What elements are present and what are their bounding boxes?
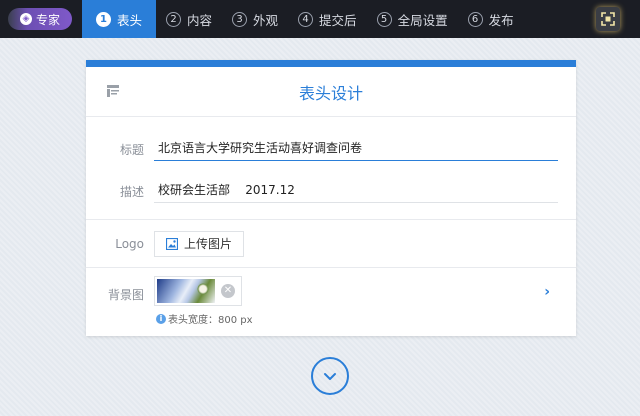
title-input[interactable]: 北京语言大学研究生活动喜好调查问卷 [154, 137, 558, 161]
tab-appearance[interactable]: 3 外观 [222, 0, 288, 38]
background-image-row: 背景图 ✕ i 表头宽度：800 px › [86, 268, 576, 334]
tab-content[interactable]: 2 内容 [156, 0, 222, 38]
tab-publish[interactable]: 6 发布 [458, 0, 524, 38]
tab-after-submit[interactable]: 4 提交后 [288, 0, 367, 38]
fullscreen-button[interactable] [596, 7, 620, 31]
tab-label: 内容 [187, 12, 213, 28]
step-number: 1 [96, 11, 111, 27]
header-design-card: 表头设计 标题 北京语言大学研究生活动喜好调查问卷 描述 校研会生活部 2017… [86, 60, 576, 336]
image-icon [165, 237, 178, 250]
expert-icon: ◈ [19, 13, 32, 25]
layout-icon[interactable] [106, 84, 120, 98]
step-number: 2 [166, 11, 182, 27]
tab-global-settings[interactable]: 5 全局设置 [367, 0, 458, 38]
tab-label: 提交后 [319, 12, 357, 28]
step-tabs: 1 表头 2 内容 3 外观 4 提交后 5 全局设置 6 发布 [82, 0, 524, 38]
description-input[interactable]: 校研会生活部 2017.12 [154, 179, 558, 203]
title-label: 标题 [119, 142, 144, 157]
step-number: 5 [376, 11, 392, 27]
chevron-right-icon[interactable]: › [544, 284, 550, 300]
step-number: 4 [298, 11, 314, 27]
step-number: 3 [232, 11, 248, 27]
upload-image-button[interactable]: 上传图片 [154, 230, 244, 257]
scroll-down-button[interactable] [311, 357, 349, 395]
title-desc-section: 标题 北京语言大学研究生活动喜好调查问卷 描述 校研会生活部 2017.12 [86, 117, 576, 220]
logo-label: Logo [115, 236, 144, 251]
hint-text: 表头宽度：800 px [168, 315, 253, 326]
background-thumbnail-box: ✕ [154, 276, 242, 306]
tab-label: 外观 [253, 12, 279, 28]
chevron-down-icon [324, 373, 336, 380]
card-header: 表头设计 [86, 67, 576, 117]
tab-label: 全局设置 [397, 12, 448, 28]
clear-icon[interactable]: ✕ [221, 284, 235, 298]
logo-row: Logo 上传图片 [86, 220, 576, 268]
upload-label: 上传图片 [183, 237, 232, 251]
tab-label: 发布 [488, 12, 514, 28]
background-thumbnail[interactable] [157, 279, 215, 303]
top-navigation: ◈ 专家 1 表头 2 内容 3 外观 4 提交后 5 全局设置 6 发布 [0, 0, 640, 38]
tab-header[interactable]: 1 表头 [82, 0, 157, 38]
title-row: 标题 北京语言大学研究生活动喜好调查问卷 [86, 137, 576, 161]
width-hint: i 表头宽度：800 px [156, 311, 253, 326]
info-icon: i [156, 313, 166, 324]
step-number: 6 [467, 11, 483, 27]
expert-mode-toggle[interactable]: ◈ 专家 [8, 8, 72, 30]
card-title: 表头设计 [298, 83, 363, 103]
fullscreen-icon [601, 12, 615, 26]
description-label: 描述 [119, 184, 144, 199]
tab-label: 表头 [117, 12, 143, 28]
description-row: 描述 校研会生活部 2017.12 [86, 179, 576, 203]
expert-label: 专家 [35, 12, 60, 27]
background-label: 背景图 [107, 288, 144, 302]
